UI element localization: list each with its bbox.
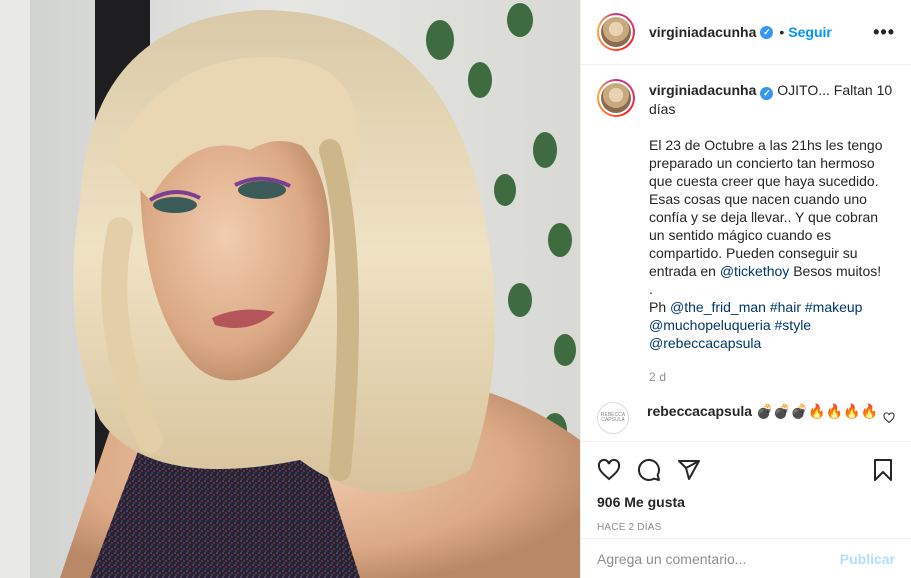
- follow-button[interactable]: Seguir: [788, 24, 832, 40]
- post-actions: 906 Me gusta HACE 2 DÍAS: [581, 441, 911, 538]
- post-header: virginiadacunha ✓ • Seguir •••: [581, 0, 911, 65]
- caption-closing: Besos muitos!: [793, 262, 882, 279]
- action-icons-row: [597, 450, 895, 490]
- author-username[interactable]: virginiadacunha: [649, 24, 756, 40]
- share-send-icon[interactable]: [677, 458, 701, 482]
- commenter-avatar[interactable]: REBECCA CAPSULA: [597, 401, 629, 434]
- publish-button[interactable]: Publicar: [840, 551, 895, 567]
- caption-timestamp[interactable]: 2 d: [649, 368, 895, 386]
- like-comment-heart-icon[interactable]: [883, 411, 895, 424]
- caption-author-avatar[interactable]: [597, 79, 635, 117]
- likes-count[interactable]: 906 Me gusta: [597, 494, 895, 510]
- commenter-username[interactable]: rebeccacapsula: [647, 403, 752, 419]
- comment-input[interactable]: [597, 550, 840, 567]
- post-caption: virginiadacunha ✓ OJITO... Faltan 10 días…: [597, 79, 895, 386]
- caption-credits: Ph @the_frid_man #hair #makeup @muchopel…: [649, 298, 895, 352]
- mention-tickethoy[interactable]: @tickethoy: [720, 263, 789, 279]
- verified-badge-icon: ✓: [760, 25, 774, 39]
- caption-body: El 23 de Octubre a las 21hs les tengo pr…: [649, 136, 895, 280]
- mention-photographer[interactable]: @the_frid_man: [670, 299, 766, 315]
- comment-body: rebeccacapsula 💣💣💣🔥🔥🔥🔥: [647, 402, 878, 434]
- comment-item: REBECCA CAPSULA rebeccacapsula 💣💣💣🔥🔥🔥🔥: [597, 401, 895, 434]
- comments-section[interactable]: virginiadacunha ✓ OJITO... Faltan 10 días…: [581, 65, 911, 441]
- caption-period: .: [649, 280, 653, 297]
- instagram-post: virginiadacunha ✓ • Seguir ••• virginiad…: [0, 0, 911, 578]
- comment-bubble-icon[interactable]: [637, 458, 661, 482]
- separator-dot: •: [779, 24, 785, 40]
- more-options-icon[interactable]: •••: [873, 22, 895, 43]
- like-heart-icon[interactable]: [597, 458, 621, 482]
- caption-main-text: El 23 de Octubre a las 21hs les tengo pr…: [649, 136, 883, 279]
- hashtag-style[interactable]: #style: [775, 317, 812, 333]
- hashtag-hair[interactable]: #hair: [770, 299, 801, 315]
- post-date[interactable]: HACE 2 DÍAS: [597, 522, 895, 533]
- author-avatar[interactable]: [597, 13, 635, 51]
- mention-rebeccacapsula[interactable]: @rebeccacapsula: [649, 335, 761, 351]
- portrait-image: [0, 0, 580, 578]
- post-side-panel: virginiadacunha ✓ • Seguir ••• virginiad…: [580, 0, 911, 578]
- hashtag-makeup[interactable]: #makeup: [805, 299, 863, 315]
- add-comment-bar: Publicar: [581, 538, 911, 578]
- comment-text: 💣💣💣🔥🔥🔥🔥: [755, 402, 878, 419]
- save-bookmark-icon[interactable]: [871, 458, 895, 482]
- caption-text: virginiadacunha ✓ OJITO... Faltan 10 días…: [649, 81, 895, 386]
- verified-badge-icon: ✓: [760, 86, 774, 100]
- post-photo[interactable]: [0, 0, 580, 578]
- mention-muchopeluqueria[interactable]: @muchopeluqueria: [649, 317, 771, 333]
- caption-username[interactable]: virginiadacunha: [649, 82, 756, 98]
- credits-prefix: Ph: [649, 298, 667, 315]
